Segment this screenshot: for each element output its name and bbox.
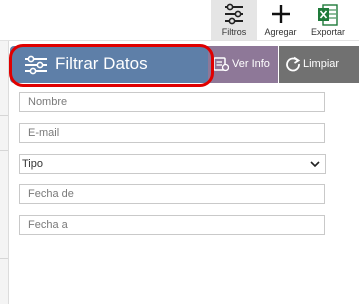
fecha-a-field[interactable] bbox=[19, 215, 325, 235]
fecha-de-field[interactable] bbox=[19, 184, 325, 204]
nombre-field[interactable] bbox=[19, 92, 325, 112]
filtros-label: Filtros bbox=[221, 27, 247, 37]
agregar-label: Agregar bbox=[264, 27, 297, 37]
limpiar-button[interactable]: Limpiar bbox=[279, 46, 359, 83]
filtrar-datos-button[interactable]: Filtrar Datos bbox=[10, 46, 210, 83]
chevron-down-icon bbox=[310, 161, 320, 168]
exportar-button[interactable]: Exportar bbox=[304, 0, 352, 40]
excel-icon bbox=[318, 4, 338, 26]
sliders-icon bbox=[225, 3, 243, 25]
left-panel-divider bbox=[0, 115, 8, 116]
left-panel-divider bbox=[0, 258, 8, 259]
info-card-icon bbox=[213, 57, 229, 72]
agregar-button[interactable]: Agregar bbox=[258, 0, 303, 40]
tipo-select-value: Tipo bbox=[22, 158, 43, 170]
sliders-icon bbox=[25, 55, 47, 75]
exportar-label: Exportar bbox=[310, 27, 345, 37]
filtros-button[interactable]: Filtros bbox=[211, 0, 257, 40]
email-field[interactable] bbox=[19, 123, 325, 143]
tipo-select[interactable]: Tipo bbox=[19, 154, 326, 174]
ver-info-label: Ver Info bbox=[232, 58, 270, 70]
refresh-icon bbox=[286, 56, 301, 72]
limpiar-label: Limpiar bbox=[303, 58, 340, 70]
top-toolbar: Filtros Agregar Exportar bbox=[0, 0, 359, 41]
filtrar-datos-label: Filtrar Datos bbox=[55, 54, 148, 73]
left-panel-divider bbox=[0, 150, 8, 151]
ver-info-button[interactable]: Ver Info bbox=[208, 46, 278, 83]
plus-icon bbox=[271, 5, 290, 23]
